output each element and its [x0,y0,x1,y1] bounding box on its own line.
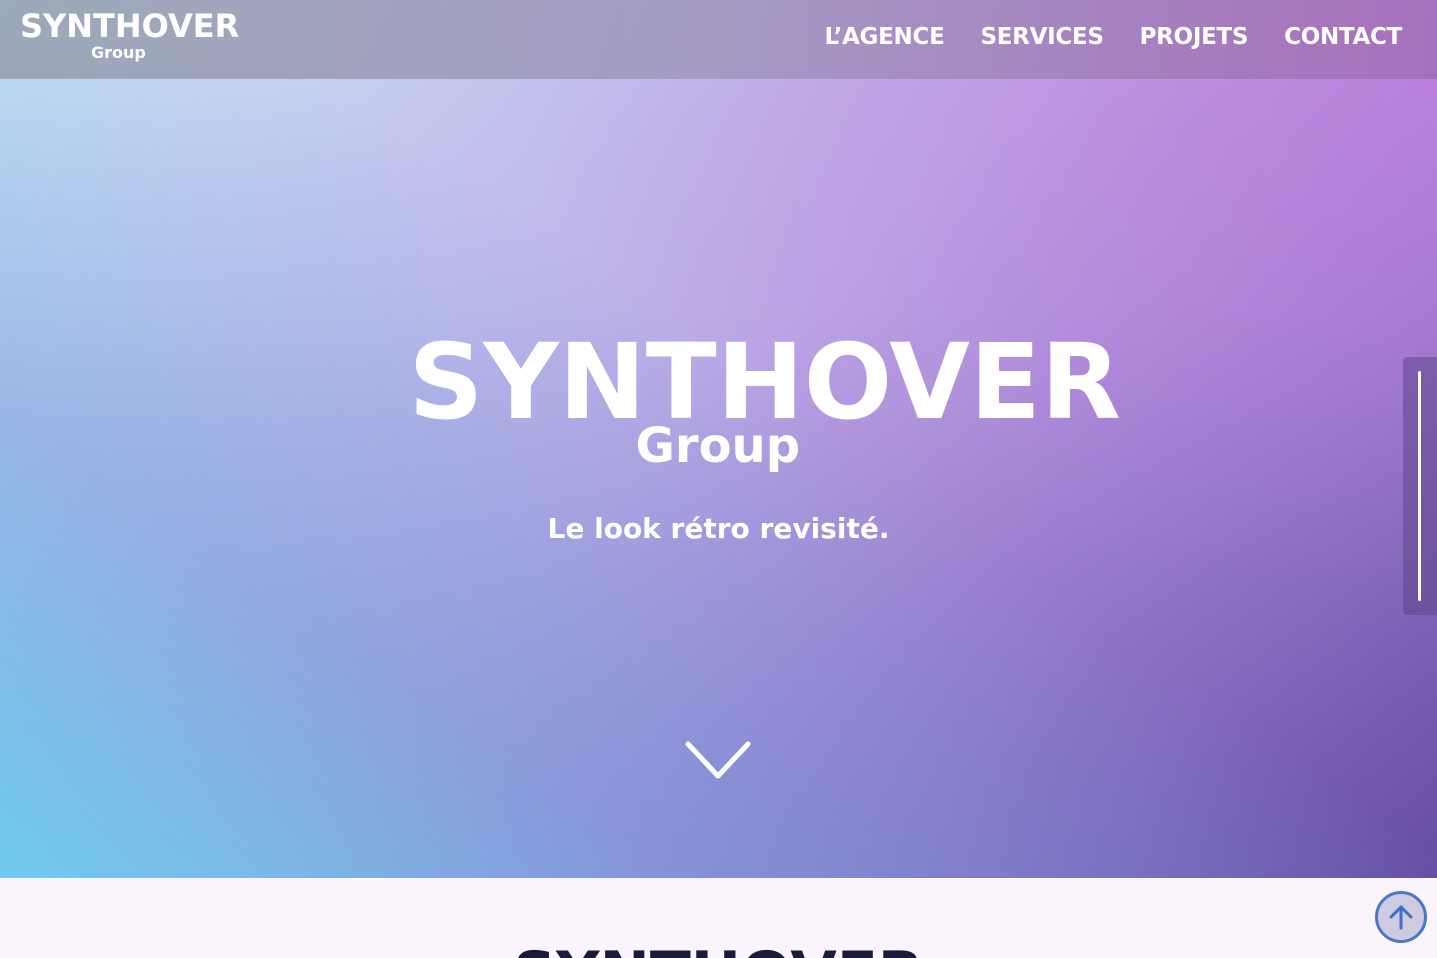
main-nav: L’AGENCE SERVICES PROJETS CONTACT [825,24,1403,50]
chevron-down-icon [685,741,751,779]
intro-section-title: SYNTHOVER [0,944,1437,958]
nav-item-contact[interactable]: CONTACT [1284,24,1402,50]
nav-item-projets[interactable]: PROJETS [1140,24,1249,50]
brand-logo-text: SYNTHOVER [20,7,240,45]
brand-logo-subtext: Group [91,43,146,62]
hero-tagline: Le look rétro revisité. [547,512,890,545]
hero-section: SYNTHOVER Group L’AGENCE SERVICES PROJET… [0,0,1437,878]
brand-logo-link[interactable]: SYNTHOVER Group [20,10,239,62]
hero-logo: SYNTHOVER Group [409,330,1121,480]
scroll-down-button[interactable] [684,738,752,782]
nav-item-agence[interactable]: L’AGENCE [825,24,945,50]
arrow-up-icon [1389,905,1413,930]
hero-content: SYNTHOVER Group Le look rétro revisité. [0,330,1437,545]
side-slider-indicator [1418,371,1421,601]
back-to-top-button[interactable] [1375,891,1427,943]
side-slider-rail[interactable] [1403,357,1437,615]
top-navigation-bar: SYNTHOVER Group L’AGENCE SERVICES PROJET… [0,0,1437,79]
nav-item-services[interactable]: SERVICES [980,24,1103,50]
intro-section: SYNTHOVER [0,878,1437,958]
hero-logo-subtext: Group [635,418,801,474]
